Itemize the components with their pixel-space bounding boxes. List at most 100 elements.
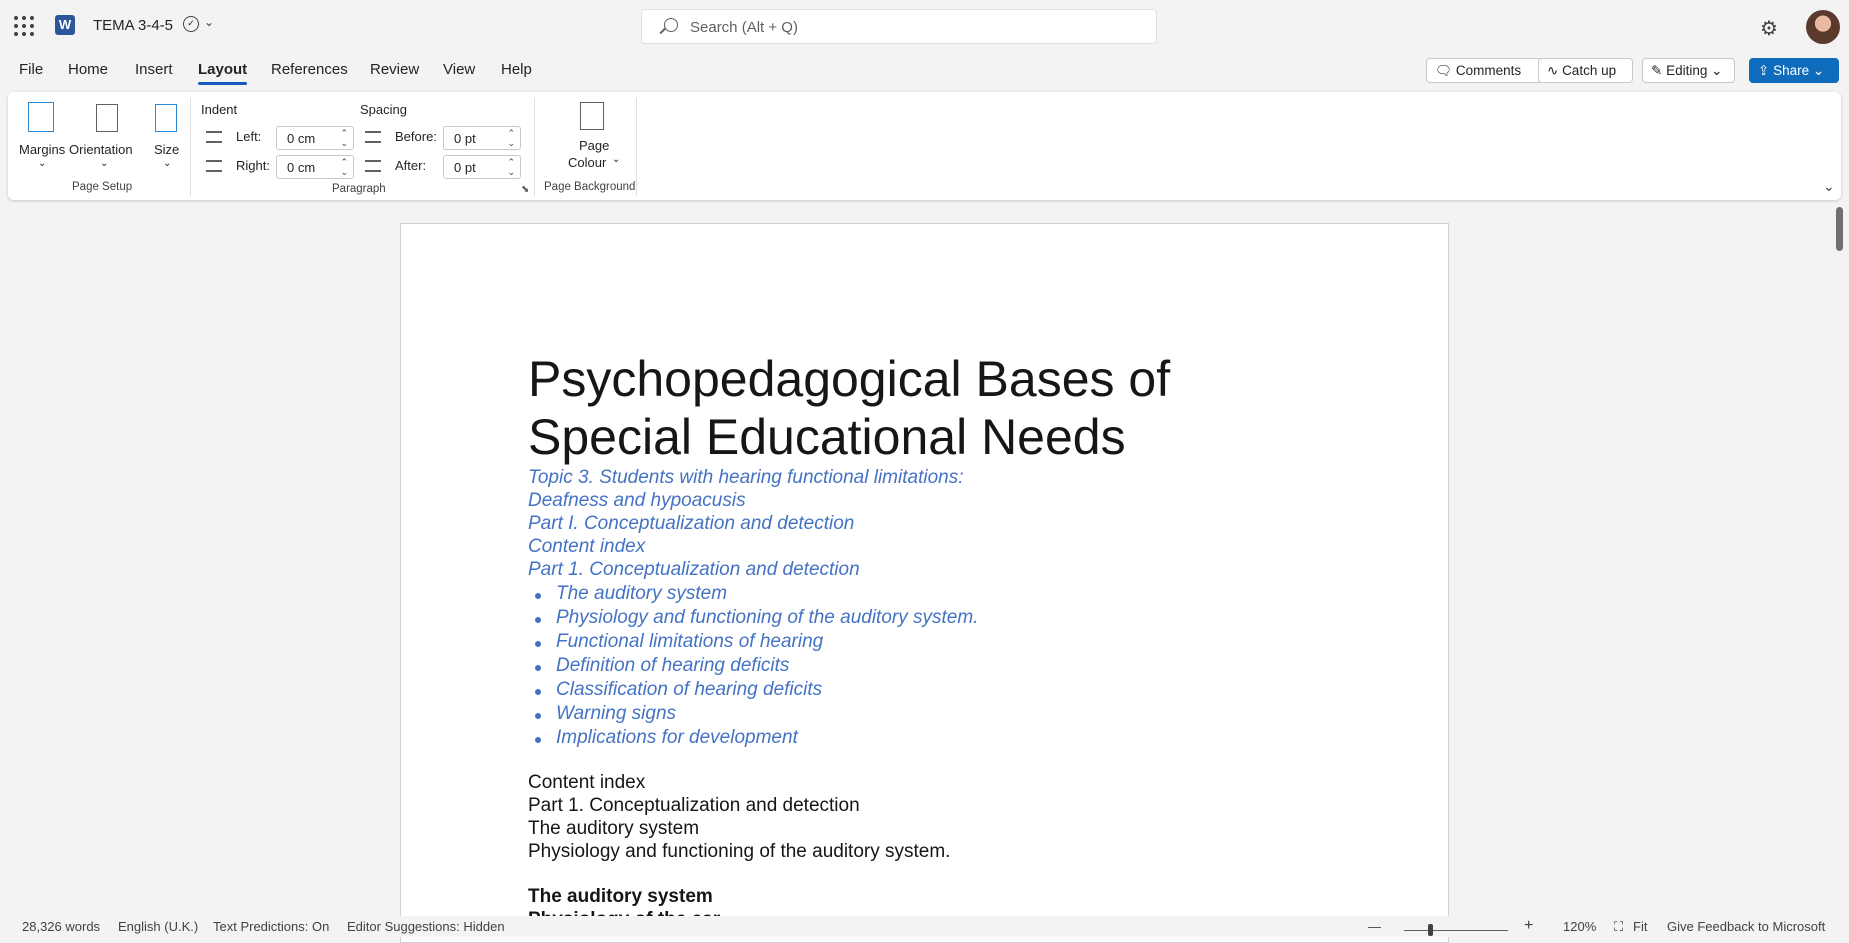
search-icon [664,18,678,32]
page-colour-label-line1: Page [579,138,610,153]
app-launcher-icon[interactable] [14,16,34,36]
chevron-down-icon[interactable]: ⌄ [340,138,348,149]
tab-layout[interactable]: Layout [198,61,248,85]
title-line: Psychopedagogical Bases of [528,351,1171,407]
spacing-before-value: 0 pt [454,131,476,146]
divider [190,98,191,196]
page-colour-button[interactable]: Page Colour ⌄ [556,96,634,172]
feedback-link[interactable]: Give Feedback to Microsoft [1667,919,1825,934]
chevron-down-icon: ⌄ [163,158,172,169]
list-item[interactable]: Classification of hearing deficits [534,679,822,701]
catch-up-label: Catch up [1562,63,1617,78]
document-canvas[interactable]: Psychopedagogical Bases of Special Educa… [0,200,1849,943]
editing-mode-button[interactable]: ✎ Editing ⌄ [1642,58,1735,83]
avatar[interactable] [1806,10,1840,44]
body-text-line[interactable]: Content index [528,772,645,794]
chevron-down-icon[interactable]: ⌄ [340,167,348,178]
body-text-line[interactable]: The auditory system [528,818,699,840]
zoom-in-button[interactable]: + [1524,917,1533,935]
word-logo-icon: W [55,15,75,35]
comments-button[interactable]: 🗨 Comments [1426,58,1548,83]
spacing-before-label: Before: [395,129,437,144]
ribbon: Margins ⌄ Orientation ⌄ Size ⌄ Page Setu… [8,92,1841,200]
list-item[interactable]: Definition of hearing deficits [534,655,789,677]
spacing-after-value: 0 pt [454,160,476,175]
page-colour-label-line2: Colour [568,155,607,170]
indent-right-value: 0 cm [287,160,316,175]
orientation-button[interactable]: Orientation ⌄ [68,96,138,169]
catch-up-button[interactable]: ∿ Catch up [1538,58,1633,83]
spacing-before-icon [365,131,381,143]
tab-home[interactable]: Home [68,61,108,78]
indent-title: Indent [201,102,238,117]
divider [534,98,535,196]
body-text-line[interactable]: Physiology and functioning of the audito… [528,841,950,863]
activity-icon: ∿ [1547,63,1563,78]
spacing-after-input[interactable]: 0 pt ⌃ ⌄ [443,155,521,179]
blue-heading-line[interactable]: Part I. Conceptualization and detection [528,513,854,535]
zoom-out-button[interactable]: — [1368,919,1381,934]
indent-left-icon [206,131,222,143]
paragraph-group-label: Paragraph [332,183,386,195]
title-bar: W TEMA 3-4-5 ✓ ⌄ Search (Alt + Q) ⚙ [0,0,1849,52]
size-button[interactable]: Size ⌄ [146,96,182,169]
list-item[interactable]: Functional limitations of hearing [534,631,823,653]
editor-suggestions-status[interactable]: Editor Suggestions: Hidden [347,919,505,934]
size-icon [155,104,177,132]
blue-heading-line[interactable]: Topic 3. Students with hearing functiona… [528,467,964,489]
list-item[interactable]: Physiology and functioning of the audito… [534,607,978,629]
chevron-down-icon[interactable]: ⌄ [507,167,515,178]
spacing-after-label: After: [395,158,427,173]
title-line: Special Educational Needs [528,409,1126,465]
margins-button[interactable]: Margins ⌄ [16,96,65,169]
document-page[interactable]: Psychopedagogical Bases of Special Educa… [400,223,1449,943]
paragraph-settings-launcher-icon[interactable]: ⬊ [521,184,529,195]
zoom-slider-track[interactable] [1404,930,1508,931]
indent-left-input[interactable]: 0 cm ⌃ ⌄ [276,126,354,150]
collapse-ribbon-icon[interactable]: ⌄ [1823,178,1835,195]
vertical-scrollbar[interactable] [1836,207,1843,251]
chevron-down-icon[interactable]: ⌄ [507,138,515,149]
list-item[interactable]: Warning signs [534,703,676,725]
chevron-down-icon[interactable]: ⌄ [204,15,214,29]
chevron-down-icon: ⌄ [1707,63,1723,78]
chevron-down-icon: ⌄ [1809,63,1825,78]
pencil-icon: ✎ [1651,63,1667,78]
blue-heading-line[interactable]: Content index [528,536,645,558]
text-predictions-status[interactable]: Text Predictions: On [213,919,329,934]
share-button[interactable]: ⇪ Share ⌄ [1749,58,1839,83]
section-heading[interactable]: The auditory system [528,886,713,908]
share-icon: ⇪ [1758,63,1774,78]
page-background-group-label: Page Background [544,181,636,193]
fit-button[interactable]: Fit [1633,919,1647,934]
tab-file[interactable]: File [19,61,43,78]
document-title-heading[interactable]: Psychopedagogical Bases of Special Educa… [528,350,1248,466]
zoom-slider-thumb[interactable] [1428,924,1433,936]
body-text-line[interactable]: Part 1. Conceptualization and detection [528,795,860,817]
list-item[interactable]: Implications for development [535,727,798,749]
gear-icon[interactable]: ⚙ [1760,16,1778,41]
tab-help[interactable]: Help [501,61,532,78]
spacing-before-input[interactable]: 0 pt ⌃ ⌄ [443,126,521,150]
document-title[interactable]: TEMA 3-4-5 [93,17,173,34]
indent-right-input[interactable]: 0 cm ⌃ ⌄ [276,155,354,179]
indent-right-label: Right: [236,158,270,173]
tab-review[interactable]: Review [370,61,419,78]
saved-status-icon[interactable]: ✓ [183,16,199,32]
tab-references[interactable]: References [271,61,348,78]
size-label: Size [154,142,180,157]
orientation-label: Orientation [69,142,133,157]
tab-insert[interactable]: Insert [135,61,173,78]
list-item[interactable]: The auditory system [534,583,727,605]
language-status[interactable]: English (U.K.) [118,919,198,934]
word-count[interactable]: 28,326 words [22,919,100,934]
zoom-level[interactable]: 120% [1563,919,1596,934]
tab-view[interactable]: View [443,61,475,78]
search-input[interactable]: Search (Alt + Q) [641,9,1157,44]
blue-heading-line[interactable]: Part 1. Conceptualization and detection [528,559,860,581]
blue-heading-line[interactable]: Deafness and hypoacusis [528,490,746,512]
margins-icon [28,102,54,132]
spacing-title: Spacing [360,102,407,117]
orientation-icon [96,104,118,132]
chevron-down-icon: ⌄ [612,154,621,165]
